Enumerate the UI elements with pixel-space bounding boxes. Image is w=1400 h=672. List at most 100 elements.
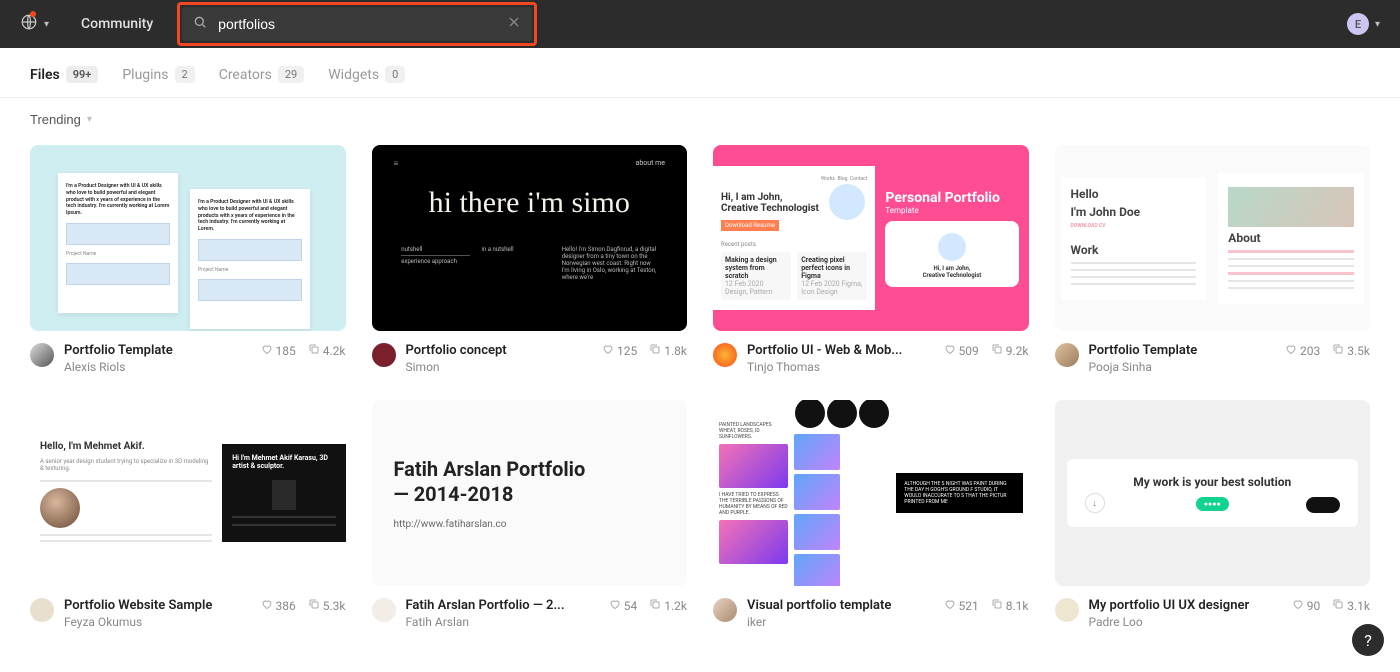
card-title: Portfolio UI - Web & Mob... bbox=[747, 343, 934, 358]
card-author: Feyza Okumus bbox=[64, 615, 251, 629]
author-avatar[interactable] bbox=[1055, 343, 1079, 367]
result-card[interactable]: PAINTED LANDSCAPES WHEAT, ROSES, ID SUNF… bbox=[713, 400, 1029, 629]
heart-icon bbox=[602, 343, 614, 358]
sort-label: Trending bbox=[30, 112, 81, 127]
copies-stat[interactable]: 3.5k bbox=[1332, 343, 1370, 358]
copies-stat[interactable]: 3.1k bbox=[1332, 598, 1370, 613]
search-field[interactable] bbox=[182, 7, 532, 41]
card-meta: Portfolio Template Alexis Riols 185 4.2k bbox=[30, 343, 346, 374]
author-avatar[interactable] bbox=[372, 343, 396, 367]
likes-stat[interactable]: 90 bbox=[1292, 598, 1321, 613]
author-avatar[interactable] bbox=[1055, 598, 1079, 622]
tab-label: Widgets bbox=[328, 67, 379, 83]
result-card[interactable]: Hello, I'm Mehmet Akif. A senior year de… bbox=[30, 400, 346, 629]
heart-icon bbox=[1292, 598, 1304, 613]
card-title: Visual portfolio template bbox=[747, 598, 934, 613]
duplicate-icon bbox=[1332, 343, 1344, 358]
tab-label: Plugins bbox=[122, 67, 168, 83]
chevron-down-icon: ▾ bbox=[1375, 19, 1380, 30]
filter-row: Trending ▾ bbox=[0, 98, 1400, 145]
card-title: Portfolio Website Sample bbox=[64, 598, 251, 613]
chevron-down-icon: ▾ bbox=[87, 114, 92, 125]
search-highlight-box bbox=[177, 2, 537, 46]
card-thumbnail: Hello, I'm Mehmet Akif. A senior year de… bbox=[30, 400, 346, 586]
result-card[interactable]: I'm a Product Designer with UI & UX skil… bbox=[30, 145, 346, 374]
author-avatar[interactable] bbox=[30, 598, 54, 622]
community-link[interactable]: Community bbox=[65, 16, 169, 32]
card-author: Pooja Sinha bbox=[1089, 360, 1276, 374]
card-meta: Portfolio UI - Web & Mob... Tinjo Thomas… bbox=[713, 343, 1029, 374]
top-bar: ▾ Community E ▾ bbox=[0, 0, 1400, 48]
likes-stat[interactable]: 125 bbox=[602, 343, 637, 358]
likes-stat[interactable]: 185 bbox=[261, 343, 296, 358]
card-author: Alexis Riols bbox=[64, 360, 251, 374]
card-thumbnail: Fatih Arslan Portfolio — 2014-2018 http:… bbox=[372, 400, 688, 586]
copies-stat[interactable]: 5.3k bbox=[308, 598, 346, 613]
search-input[interactable] bbox=[218, 16, 496, 32]
card-meta: Fatih Arslan Portfolio — 2... Fatih Arsl… bbox=[372, 598, 688, 629]
results-grid: I'm a Product Designer with UI & UX skil… bbox=[0, 145, 1400, 659]
result-card[interactable]: Hello I'm John Doe DOWNLOAD CV Work Abou… bbox=[1055, 145, 1371, 374]
author-avatar[interactable] bbox=[713, 343, 737, 367]
chevron-down-icon: ▾ bbox=[44, 19, 49, 30]
card-thumbnail: ≡ about me hi there i'm simo nutshellexp… bbox=[372, 145, 688, 331]
likes-stat[interactable]: 54 bbox=[609, 598, 638, 613]
likes-stat[interactable]: 509 bbox=[944, 343, 979, 358]
copies-stat[interactable]: 1.8k bbox=[649, 343, 687, 358]
card-title: My portfolio UI UX designer bbox=[1089, 598, 1282, 613]
result-card[interactable]: Fatih Arslan Portfolio — 2014-2018 http:… bbox=[372, 400, 688, 629]
tab-files[interactable]: Files 99+ bbox=[30, 66, 98, 83]
card-thumbnail: Hello I'm John Doe DOWNLOAD CV Work Abou… bbox=[1055, 145, 1371, 331]
duplicate-icon bbox=[991, 598, 1003, 613]
copies-stat[interactable]: 8.1k bbox=[991, 598, 1029, 613]
tab-label: Creators bbox=[219, 67, 272, 83]
notification-dot-icon bbox=[30, 11, 36, 17]
tab-label: Files bbox=[30, 67, 60, 83]
tab-widgets[interactable]: Widgets 0 bbox=[328, 66, 405, 83]
duplicate-icon bbox=[991, 343, 1003, 358]
result-card[interactable]: ≡ about me hi there i'm simo nutshellexp… bbox=[372, 145, 688, 374]
duplicate-icon bbox=[649, 598, 661, 613]
search-icon bbox=[192, 14, 208, 34]
author-avatar[interactable] bbox=[30, 343, 54, 367]
tab-count-badge: 29 bbox=[278, 66, 304, 83]
user-avatar: E bbox=[1347, 13, 1369, 35]
likes-stat[interactable]: 386 bbox=[261, 598, 296, 613]
duplicate-icon bbox=[308, 598, 320, 613]
heart-icon bbox=[261, 598, 273, 613]
clear-search-button[interactable] bbox=[506, 14, 522, 34]
globe-menu[interactable]: ▾ bbox=[12, 9, 57, 39]
help-button[interactable]: ? bbox=[1352, 624, 1384, 656]
likes-stat[interactable]: 521 bbox=[944, 598, 979, 613]
card-title: Portfolio Template bbox=[64, 343, 251, 358]
card-meta: My portfolio UI UX designer Padre Loo 90… bbox=[1055, 598, 1371, 629]
likes-stat[interactable]: 203 bbox=[1285, 343, 1320, 358]
duplicate-icon bbox=[649, 343, 661, 358]
result-tabs: Files 99+ Plugins 2 Creators 29 Widgets … bbox=[0, 48, 1400, 98]
card-title: Portfolio concept bbox=[406, 343, 593, 358]
sort-dropdown[interactable]: Trending ▾ bbox=[30, 112, 92, 127]
author-avatar[interactable] bbox=[372, 598, 396, 622]
tab-creators[interactable]: Creators 29 bbox=[219, 66, 305, 83]
card-thumbnail: I'm a Product Designer with UI & UX skil… bbox=[30, 145, 346, 331]
copies-stat[interactable]: 9.2k bbox=[991, 343, 1029, 358]
heart-icon bbox=[944, 598, 956, 613]
copies-stat[interactable]: 4.2k bbox=[308, 343, 346, 358]
card-meta: Visual portfolio template iker 521 8.1k bbox=[713, 598, 1029, 629]
result-card[interactable]: My work is your best solution ●●●● ↓ My … bbox=[1055, 400, 1371, 629]
tab-count-badge: 0 bbox=[385, 66, 405, 83]
card-title: Portfolio Template bbox=[1089, 343, 1276, 358]
duplicate-icon bbox=[1332, 598, 1344, 613]
card-thumbnail: PAINTED LANDSCAPES WHEAT, ROSES, ID SUNF… bbox=[713, 400, 1029, 586]
card-author: iker bbox=[747, 615, 934, 629]
tab-plugins[interactable]: Plugins 2 bbox=[122, 66, 194, 83]
card-title: Fatih Arslan Portfolio — 2... bbox=[406, 598, 599, 613]
copies-stat[interactable]: 1.2k bbox=[649, 598, 687, 613]
duplicate-icon bbox=[308, 343, 320, 358]
tab-count-badge: 99+ bbox=[66, 66, 99, 83]
card-author: Tinjo Thomas bbox=[747, 360, 934, 374]
card-meta: Portfolio Website Sample Feyza Okumus 38… bbox=[30, 598, 346, 629]
user-menu[interactable]: E ▾ bbox=[1347, 13, 1388, 35]
result-card[interactable]: Works Blog Contact Hi, I am John, Creati… bbox=[713, 145, 1029, 374]
author-avatar[interactable] bbox=[713, 598, 737, 622]
